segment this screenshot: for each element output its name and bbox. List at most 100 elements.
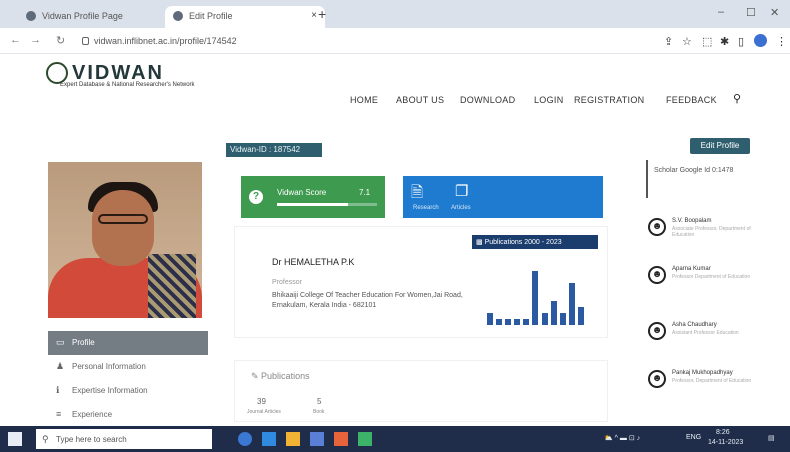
publication-bar	[577, 307, 584, 325]
profile-photo	[48, 162, 202, 318]
extension-icon[interactable]: ⬚	[702, 35, 712, 48]
tab-1-title: Vidwan Profile Page	[42, 11, 123, 21]
copy-icon: ❐	[455, 183, 469, 200]
maximize-icon[interactable]: ☐	[746, 6, 756, 19]
site-favicon-icon	[26, 11, 36, 21]
windows-start-icon[interactable]	[8, 432, 22, 446]
question-icon: ?	[249, 190, 263, 204]
peer-desc: Professor Department of Education	[672, 274, 751, 280]
peer-item[interactable]: ☻ S.V. Boopalam Associate Professor, Dep…	[648, 218, 768, 254]
publication-bar	[541, 313, 548, 325]
document-icon: 🗎	[411, 184, 424, 201]
reload-icon[interactable]: ↻	[56, 34, 65, 47]
publications-panel: ✎ Publications 39 Journal Articles 5 Boo…	[234, 360, 608, 422]
chrome-icon[interactable]	[334, 432, 348, 446]
nav-registration[interactable]: REGISTRATION	[574, 95, 644, 105]
side-item-expertise-information[interactable]: ℹ Expertise Information	[48, 379, 208, 403]
bulb-icon	[46, 62, 68, 84]
plus-icon[interactable]: +	[318, 6, 326, 22]
peer-item[interactable]: ☻ Asha Chaudhary Assistant Professor Edu…	[648, 322, 768, 358]
profile-designation: Professor	[272, 279, 302, 286]
logo-tagline: Expert Database & National Researcher's …	[60, 82, 195, 88]
peer-item[interactable]: ☻ Pankaj Mukhopadhyay Professor, Departm…	[648, 370, 768, 406]
taskbar-search-input[interactable]: ⚲ Type here to search	[36, 429, 212, 449]
other-ids-box[interactable]: Scholar Google Id 0:1478	[646, 160, 756, 198]
publication-bar	[496, 319, 503, 325]
notification-icon[interactable]: ▤	[768, 434, 775, 442]
stat-label: Book	[313, 409, 325, 415]
url-input[interactable]: vidwan.inflibnet.ac.in/profile/174542	[80, 33, 640, 50]
back-icon[interactable]: ←	[10, 34, 21, 46]
search-icon: ⚲	[42, 434, 49, 444]
nav-download[interactable]: DOWNLOAD	[460, 95, 515, 105]
publication-bar	[532, 271, 539, 325]
publication-bar	[559, 313, 566, 325]
clock-time[interactable]: 8:26	[716, 429, 730, 436]
taskbar-search-placeholder: Type here to search	[56, 435, 127, 444]
stat-label: Journal Articles	[247, 409, 281, 415]
language-indicator[interactable]: ENG	[686, 434, 701, 441]
close-tab-icon[interactable]: ×	[311, 10, 317, 21]
browser-tab-1[interactable]: Vidwan Profile Page ×	[18, 6, 178, 28]
side-item-label: Experience	[72, 410, 113, 419]
forward-icon[interactable]: →	[30, 34, 41, 46]
profile-name: Dr HEMALETHA P.K	[272, 257, 355, 267]
peer-name: Pankaj Mukhopadhyay	[672, 370, 733, 376]
edge-icon[interactable]	[262, 432, 276, 446]
side-item-profile[interactable]: ▭ Profile	[48, 331, 208, 355]
document-stats-card[interactable]: 🗎 ❐ Research Articles	[403, 176, 603, 218]
clock-date[interactable]: 14-11-2023	[708, 439, 743, 446]
profile-avatar-icon[interactable]	[754, 34, 767, 47]
app-icon[interactable]	[358, 432, 372, 446]
tray-icons[interactable]: ⛅ ^ ▬ ⊡ ♪	[604, 434, 640, 442]
task-view-icon[interactable]	[238, 432, 252, 446]
list-icon: ≡	[56, 409, 62, 419]
vidwan-score-value: 7.1	[359, 188, 371, 197]
nav-feedback[interactable]: FEEDBACK	[666, 95, 717, 105]
file-explorer-icon[interactable]	[286, 432, 300, 446]
windows-taskbar: ⚲ Type here to search ⛅ ^ ▬ ⊡ ♪ ENG 8:26…	[0, 426, 790, 452]
address-bar-row: ← → ↻ vidwan.inflibnet.ac.in/profile/174…	[0, 28, 790, 54]
publications-range-badge[interactable]: ▩ Publications 2000 - 2023	[472, 235, 598, 249]
publications-range-label: Publications 2000 - 2023	[484, 239, 562, 246]
publication-bar	[523, 319, 530, 325]
stat-value: 5	[317, 397, 322, 406]
peer-desc: Professor, Department of Education	[672, 378, 752, 384]
publications-bar-chart	[487, 271, 587, 325]
browser-tab-strip: Vidwan Profile Page × Edit Profile × + –…	[0, 0, 790, 28]
peer-item[interactable]: ☻ Aparna Kumar Professor Department of E…	[648, 266, 768, 302]
publication-bar	[550, 301, 557, 325]
browser-tab-2[interactable]: Edit Profile ×	[165, 6, 325, 28]
profile-side-menu: ▭ Profile ♟ Personal Information ℹ Exper…	[48, 331, 208, 427]
doc-stat-label: Research	[413, 205, 439, 211]
nav-home[interactable]: HOME	[350, 95, 378, 105]
nav-about-us[interactable]: ABOUT US	[396, 95, 444, 105]
profile-info-card: Dr HEMALETHA P.K Professor Bhikaaiji Col…	[234, 226, 608, 338]
publication-bar	[505, 319, 512, 325]
person-icon: ♟	[56, 361, 65, 371]
puzzle-icon[interactable]: ✱	[720, 35, 729, 48]
stat-value: 39	[257, 397, 266, 406]
star-icon[interactable]: ☆	[682, 35, 692, 48]
lock-icon	[82, 37, 89, 45]
kebab-menu-icon[interactable]: ⋮	[776, 35, 787, 48]
publications-panel-title: ✎ Publications	[251, 371, 310, 381]
info-icon: ℹ	[56, 385, 60, 395]
url-text: vidwan.inflibnet.ac.in/profile/174542	[94, 36, 237, 46]
share-icon[interactable]: ⇪	[664, 35, 673, 48]
side-item-personal-information[interactable]: ♟ Personal Information	[48, 355, 208, 379]
close-window-icon[interactable]: ✕	[770, 6, 779, 19]
publication-bar	[514, 319, 521, 325]
nav-login[interactable]: LOGIN	[534, 95, 564, 105]
vidwan-score-card[interactable]: ? Vidwan Score 7.1	[241, 176, 385, 218]
tab-2-title: Edit Profile	[189, 11, 233, 21]
side-item-experience[interactable]: ≡ Experience	[48, 403, 208, 427]
search-icon[interactable]: ⚲	[733, 92, 741, 105]
store-icon[interactable]	[310, 432, 324, 446]
user-avatar-icon: ☻	[648, 370, 666, 388]
minimize-icon[interactable]: –	[718, 6, 724, 18]
sidepanel-icon[interactable]: ▯	[738, 35, 744, 48]
side-item-label: Expertise Information	[72, 386, 148, 395]
site-favicon-icon	[173, 11, 183, 21]
edit-profile-button[interactable]: Edit Profile	[690, 138, 750, 154]
